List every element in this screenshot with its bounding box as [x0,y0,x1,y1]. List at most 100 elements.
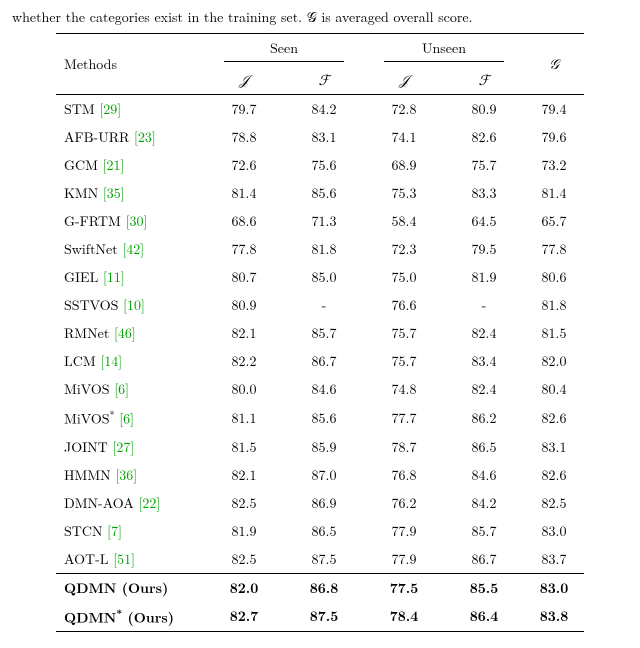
table-row: STM [29]79.784.272.880.979.4 [56,94,584,123]
method-cell: GIEL [11] [56,263,204,291]
cell: 68.6 [204,207,284,235]
cell: 82.7 [204,602,284,632]
cell: 85.5 [444,573,524,602]
cell: 75.6 [284,151,364,179]
cell: 72.8 [364,94,444,123]
cell: 80.7 [204,263,284,291]
cell: 83.7 [524,545,584,574]
cell: 79.6 [524,123,584,151]
cell: 81.1 [204,403,284,433]
cell: 79.7 [204,94,284,123]
cell: 85.9 [284,433,364,461]
cell: 64.5 [444,207,524,235]
cell: 77.9 [364,517,444,545]
cell: 78.4 [364,602,444,632]
cell: 75.7 [364,319,444,347]
table-caption: whether the categories exist in the trai… [12,8,628,27]
cell: 82.0 [204,573,284,602]
citation: [21] [103,155,125,175]
cell: 85.7 [284,319,364,347]
cell: 82.4 [444,319,524,347]
results-table: Methods Seen Unseen 𝒢 𝒥 ℱ 𝒥 ℱ STM [29]79… [56,33,584,632]
cell: 76.8 [364,461,444,489]
method-cell: STM [29] [56,94,204,123]
citation: [10] [123,295,145,315]
cell: 76.2 [364,489,444,517]
cell: 82.1 [204,319,284,347]
method-cell: AOT-L [51] [56,545,204,574]
cell: 87.0 [284,461,364,489]
cell: 80.9 [204,291,284,319]
cell: 85.6 [284,179,364,207]
cell: 76.6 [364,291,444,319]
col-seen-f: ℱ [284,66,364,95]
cell: 74.1 [364,123,444,151]
cell: 87.5 [284,545,364,574]
citation: [30] [126,211,148,231]
col-unseen-j: 𝒥 [364,66,444,95]
method-cell: STCN [7] [56,517,204,545]
cell: 86.9 [284,489,364,517]
cell: 75.3 [364,179,444,207]
cell: 78.7 [364,433,444,461]
cell: 80.4 [524,375,584,403]
cell: 82.2 [204,347,284,375]
col-seen: Seen [204,33,364,66]
cell: 74.8 [364,375,444,403]
method-cell: MiVOS [6] [56,375,204,403]
cell: 82.6 [524,403,584,433]
cell: - [444,291,524,319]
cell: 77.8 [204,235,284,263]
citation: [46] [114,323,136,343]
cell: 65.7 [524,207,584,235]
cell: 79.4 [524,94,584,123]
col-methods: Methods [56,33,204,94]
table-row: HMMN [36]82.187.076.884.682.6 [56,461,584,489]
table-row-ours: QDMN (Ours)82.086.877.585.583.0 [56,573,584,602]
cell: 86.7 [284,347,364,375]
cell: 71.3 [284,207,364,235]
table-row: MiVOS [6]80.084.674.882.480.4 [56,375,584,403]
cell: 83.1 [284,123,364,151]
cell: 83.4 [444,347,524,375]
cell: 81.8 [284,235,364,263]
table-row: SwiftNet [42]77.881.872.379.577.8 [56,235,584,263]
cell: 73.2 [524,151,584,179]
table-row: G-FRTM [30]68.671.358.464.565.7 [56,207,584,235]
table-row: AOT-L [51]82.587.577.986.783.7 [56,545,584,574]
cell: 86.7 [444,545,524,574]
cell: 80.0 [204,375,284,403]
citation: [7] [107,521,122,541]
cell: 81.4 [524,179,584,207]
citation: [23] [134,127,156,147]
method-cell: G-FRTM [30] [56,207,204,235]
cell: 81.8 [524,291,584,319]
cell: 72.6 [204,151,284,179]
cell: 81.9 [444,263,524,291]
cell: 82.0 [524,347,584,375]
cell: 86.2 [444,403,524,433]
cell: 82.6 [444,123,524,151]
citation: [42] [122,239,144,259]
citation: [22] [138,493,160,513]
table-row-ours: QDMN* (Ours)82.787.578.486.483.8 [56,602,584,632]
cell: 85.6 [284,403,364,433]
method-cell: JOINT [27] [56,433,204,461]
cell: 77.8 [524,235,584,263]
cell: 81.5 [524,319,584,347]
table-row: STCN [7]81.986.577.985.783.0 [56,517,584,545]
citation: [27] [112,437,134,457]
table-row: GIEL [11]80.785.075.081.980.6 [56,263,584,291]
table-row: DMN-AOA [22]82.586.976.284.282.5 [56,489,584,517]
cell: 85.0 [284,263,364,291]
cell: 86.4 [444,602,524,632]
table-row: JOINT [27]81.585.978.786.583.1 [56,433,584,461]
cell: 83.8 [524,602,584,632]
table-row: GCM [21]72.675.668.975.773.2 [56,151,584,179]
cell: 86.8 [284,573,364,602]
cell: 68.9 [364,151,444,179]
cell: 80.9 [444,94,524,123]
cell: 78.8 [204,123,284,151]
cell: 82.5 [524,489,584,517]
cell: 77.9 [364,545,444,574]
